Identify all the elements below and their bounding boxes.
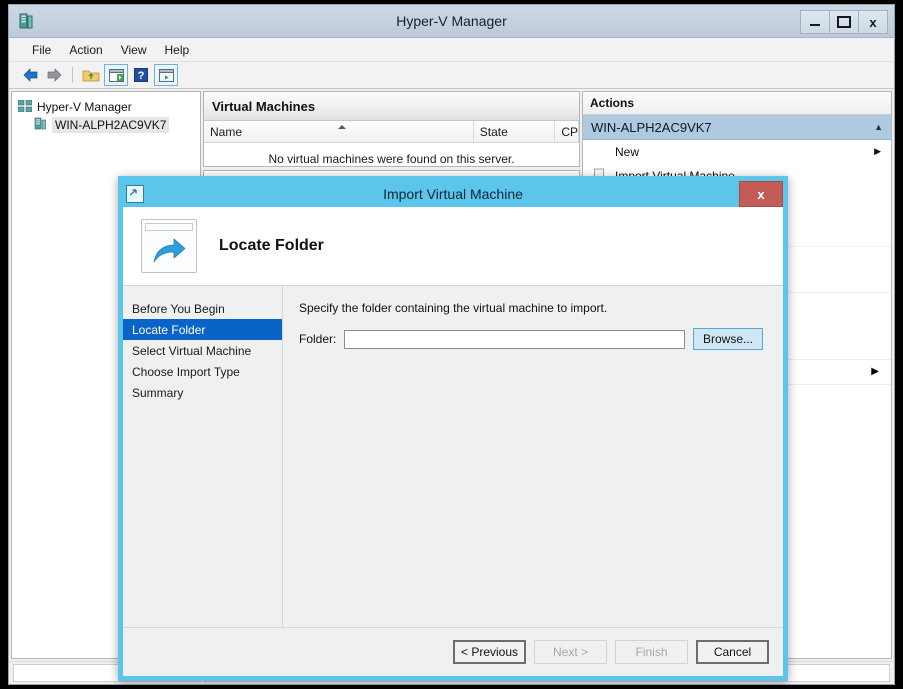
column-header-state[interactable]: State — [474, 121, 556, 142]
import-arrow-icon — [141, 219, 197, 273]
icon-title-strip — [145, 223, 193, 231]
folder-row: Folder: Browse... — [299, 328, 763, 350]
column-header-name[interactable]: Name — [204, 121, 474, 142]
chevron-up-icon[interactable]: ▲ — [874, 122, 883, 132]
show-hide-console-tree-icon[interactable] — [104, 64, 128, 86]
virtual-machines-title: Virtual Machines — [204, 92, 579, 121]
virtual-machines-empty-message: No virtual machines were found on this s… — [268, 152, 515, 166]
virtual-machines-panel: Virtual Machines Name State CP No virtua… — [203, 91, 580, 167]
window-titlebar: Hyper-V Manager x — [9, 5, 894, 38]
wizard-step-locate-folder[interactable]: Locate Folder — [123, 319, 282, 340]
wizard-step-list: Before You Begin Locate Folder Select Vi… — [123, 286, 283, 627]
dialog-content: Specify the folder containing the virtua… — [283, 286, 783, 627]
chevron-right-icon: ▶ — [871, 366, 879, 377]
menu-action[interactable]: Action — [60, 40, 111, 60]
wizard-step-before-you-begin[interactable]: Before You Begin — [123, 298, 282, 319]
action-item-label: New — [615, 144, 640, 159]
window-controls: x — [800, 10, 888, 34]
dialog-title: Import Virtual Machine — [383, 186, 523, 202]
dialog-instruction: Specify the folder containing the virtua… — [299, 301, 608, 315]
toolbar-separator — [72, 67, 73, 83]
console-root-icon — [17, 99, 33, 115]
next-button: Next > — [534, 640, 607, 664]
toolbar: ? — [9, 62, 894, 89]
minimize-button[interactable] — [800, 10, 829, 34]
minimize-icon — [810, 24, 820, 26]
folder-label: Folder: — [299, 332, 337, 346]
close-button[interactable]: x — [858, 10, 888, 34]
dialog-banner: Locate Folder — [123, 207, 783, 286]
svg-text:?: ? — [138, 70, 145, 82]
tree-item-win-alph2ac9vk7[interactable]: WIN-ALPH2AC9VK7 — [16, 116, 196, 134]
screen: Hyper-V Manager x File Action View Help — [0, 0, 903, 689]
cancel-button[interactable]: Cancel — [696, 640, 769, 664]
dialog-footer: < Previous Next > Finish Cancel — [123, 627, 783, 676]
up-folder-icon[interactable] — [80, 65, 102, 85]
dialog-main: Before You Begin Locate Folder Select Vi… — [123, 286, 783, 627]
column-header-cpu[interactable]: CP — [555, 121, 579, 142]
back-arrow-icon[interactable] — [19, 65, 41, 85]
help-icon[interactable]: ? — [130, 65, 152, 85]
column-label: Name — [210, 124, 243, 139]
browse-button[interactable]: Browse... — [693, 328, 763, 350]
wizard-icon — [126, 185, 144, 203]
dialog-close-button[interactable]: x — [739, 181, 783, 207]
tree-item-label: Hyper-V Manager — [37, 100, 132, 114]
wizard-step-select-virtual-machine[interactable]: Select Virtual Machine — [123, 340, 282, 361]
forward-arrow-icon[interactable] — [43, 65, 65, 85]
server-icon — [34, 117, 47, 133]
folder-input[interactable] — [344, 329, 685, 349]
actions-group-label: WIN-ALPH2AC9VK7 — [591, 119, 712, 135]
actions-header: Actions — [583, 92, 891, 115]
wizard-step-summary[interactable]: Summary — [123, 382, 282, 403]
menu-file[interactable]: File — [23, 40, 60, 60]
menu-view[interactable]: View — [112, 40, 156, 60]
maximize-icon — [837, 16, 851, 28]
column-label: CP — [561, 124, 578, 139]
previous-button[interactable]: < Previous — [453, 640, 526, 664]
actions-group-win-alph2ac9vk7[interactable]: WIN-ALPH2AC9VK7 ▲ — [583, 115, 891, 140]
icon-arrow — [142, 234, 196, 269]
tree-item-hyper-v-manager[interactable]: Hyper-V Manager — [16, 98, 196, 116]
maximize-button[interactable] — [829, 10, 858, 34]
dialog-body: Locate Folder Before You Begin Locate Fo… — [123, 207, 783, 676]
show-hide-action-pane-icon[interactable] — [154, 64, 178, 86]
menubar: File Action View Help — [9, 38, 894, 62]
dialog-heading: Locate Folder — [219, 237, 324, 254]
action-item-new[interactable]: New ▶ — [583, 140, 891, 164]
wizard-step-choose-import-type[interactable]: Choose Import Type — [123, 361, 282, 382]
virtual-machines-column-headers: Name State CP — [204, 121, 579, 143]
window-title: Hyper-V Manager — [396, 13, 507, 29]
import-virtual-machine-dialog: Import Virtual Machine x Locate Folder B… — [118, 176, 788, 681]
server-icon — [17, 12, 35, 30]
finish-button: Finish — [615, 640, 688, 664]
chevron-right-icon: ▶ — [874, 146, 881, 156]
column-label: State — [479, 124, 508, 139]
menu-help[interactable]: Help — [156, 40, 199, 60]
dialog-titlebar: Import Virtual Machine x — [123, 181, 783, 207]
sort-ascending-icon — [338, 125, 347, 129]
tree-item-label: WIN-ALPH2AC9VK7 — [52, 117, 170, 133]
